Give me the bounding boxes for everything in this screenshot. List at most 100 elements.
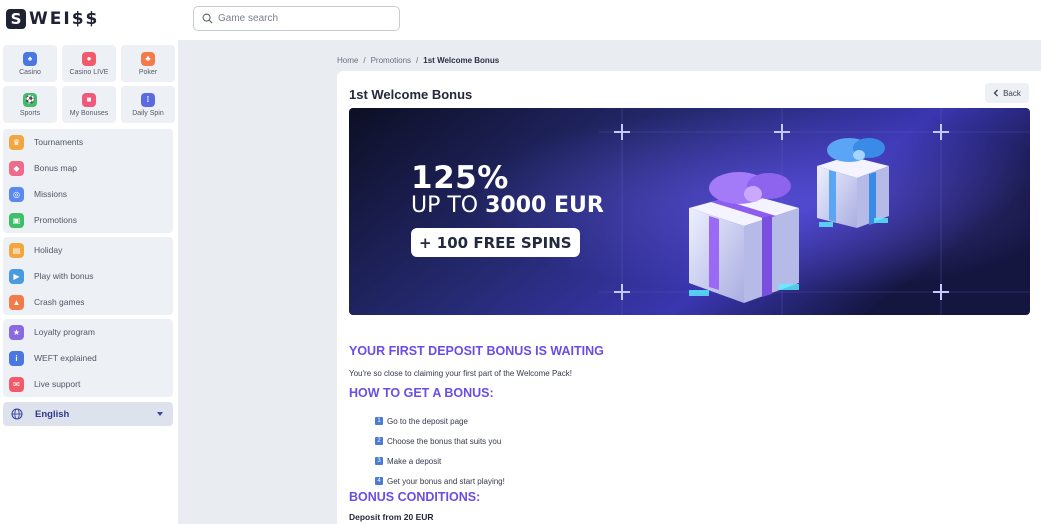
search-icon [202,13,213,24]
back-button[interactable]: Back [985,83,1029,103]
list-item: 1 Go to the deposit page [375,411,505,431]
rocket-icon: ▲ [9,294,24,310]
steps-list: 1 Go to the deposit page 2 Choose the bo… [375,411,505,491]
tile-label: Casino LIVE [69,68,109,76]
tile-poker[interactable]: ♣ Poker [121,45,175,82]
sidebar-item-label: Holiday [34,245,63,255]
sidebar-item-label: Loyalty program [34,327,95,337]
condition-text: Deposit from 20 EUR [349,512,434,522]
category-tiles: ♠ Casino ● Casino LIVE ♣ Poker ⚽ Sports … [3,45,175,123]
casino-icon: ♠ [23,51,37,66]
step-text: Make a deposit [387,456,442,466]
list-item: 4 Get your bonus and start playing! [375,471,505,491]
sidebar-item-label: WEFT explained [34,353,97,363]
tile-daily-spin[interactable]: ⁞ Daily Spin [121,86,175,123]
sidebar-item-loyalty-program[interactable]: ★ Loyalty program [3,319,173,345]
sidebar-item-live-support[interactable]: ✉ Live support [3,371,173,397]
tile-my-bonuses[interactable]: ■ My Bonuses [62,86,116,123]
sports-icon: ⚽ [23,92,37,107]
tile-label: Sports [19,109,41,117]
search-input[interactable] [218,13,388,24]
tile-casino[interactable]: ♠ Casino [3,45,57,82]
brand-logo[interactable]: S WEI$$ [6,8,99,30]
chevron-down-icon [157,412,163,416]
sidebar-item-label: Play with bonus [34,271,94,281]
sidebar-item-weft-explained[interactable]: i WEFT explained [3,345,173,371]
sidebar-item-play-with-bonus[interactable]: ▶ Play with bonus [3,263,173,289]
tile-casino-live[interactable]: ● Casino LIVE [62,45,116,82]
back-label: Back [1003,88,1021,98]
sidebar-item-promotions[interactable]: ▣ Promotions [3,207,173,233]
heading-conditions: BONUS CONDITIONS: [349,490,481,504]
breadcrumb-current: 1st Welcome Bonus [423,56,500,65]
search-box[interactable] [193,6,400,31]
daily-spin-icon: ⁞ [141,92,155,107]
logo-text: WEI$$ [29,9,100,29]
tile-label: Casino [19,68,41,76]
step-text: Get your bonus and start playing! [387,476,505,486]
tile-sports[interactable]: ⚽ Sports [3,86,57,123]
promotion-card: 1st Welcome Bonus Back 125% UP TO 3000 E… [337,71,1041,524]
banner-amount-line: UP TO 3000 EUR [411,193,604,218]
language-selector[interactable]: English [3,402,173,426]
target-icon: ◎ [9,186,24,202]
sidebar-item-holiday[interactable]: ▤ Holiday [3,237,173,263]
tile-label: Poker [138,68,158,76]
top-header: S WEI$$ [0,0,1041,40]
sidebar: ♠ Casino ● Casino LIVE ♣ Poker ⚽ Sports … [0,40,178,524]
heading-how-to: HOW TO GET A BONUS: [349,386,494,400]
loyalty-icon: ★ [9,324,24,340]
step-number: 1 [375,417,383,425]
breadcrumb-separator: / [416,56,419,65]
sidebar-item-label: Promotions [34,215,77,225]
chevron-left-icon [993,89,999,97]
step-text: Choose the bonus that suits you [387,436,502,446]
sidebar-item-label: Live support [34,379,81,389]
banner-amount: 3000 EUR [485,193,604,218]
language-label: English [35,408,70,420]
sidebar-item-label: Crash games [34,297,85,307]
page-title: 1st Welcome Bonus [349,87,473,102]
step-number: 3 [375,457,383,465]
breadcrumb-separator: / [363,56,366,65]
intro-text: You're so close to claiming your first p… [349,369,572,378]
list-item: 3 Make a deposit [375,451,505,471]
nav-group-2: ▤ Holiday ▶ Play with bonus ▲ Crash game… [3,237,173,315]
tile-label: Daily Spin [132,109,164,117]
list-item: 2 Choose the bonus that suits you [375,431,505,451]
bonus-play-icon: ▶ [9,268,24,284]
chat-icon: ✉ [9,376,24,392]
breadcrumb-promotions[interactable]: Promotions [371,56,411,65]
casino-live-icon: ● [82,51,96,66]
calendar-icon: ▤ [9,242,24,258]
step-text: Go to the deposit page [387,416,468,426]
sidebar-item-bonus-map[interactable]: ◆ Bonus map [3,155,173,181]
banner-percent: 125% [411,160,509,196]
gift-small [817,138,889,228]
banner-free-spins: + 100 FREE SPINS [411,228,580,257]
step-number: 2 [375,437,383,445]
info-icon: i [9,350,24,366]
sidebar-item-tournaments[interactable]: ♛ Tournaments [3,129,173,155]
breadcrumb-home[interactable]: Home [337,56,358,65]
globe-icon [11,408,23,420]
trophy-icon: ♛ [9,134,24,150]
poker-icon: ♣ [141,51,155,66]
tile-label: My Bonuses [69,109,109,117]
map-icon: ◆ [9,160,24,176]
nav-group-1: ♛ Tournaments ◆ Bonus map ◎ Missions ▣ P… [3,129,173,233]
sidebar-item-crash-games[interactable]: ▲ Crash games [3,289,173,315]
sidebar-item-label: Tournaments [34,137,84,147]
sidebar-item-label: Bonus map [34,163,77,173]
sidebar-item-missions[interactable]: ◎ Missions [3,181,173,207]
step-number: 4 [375,477,383,485]
breadcrumb: Home / Promotions / 1st Welcome Bonus [337,56,499,65]
banner-up-to: UP TO [411,193,479,218]
gift-icon: ■ [82,92,96,107]
promo-banner: 125% UP TO 3000 EUR + 100 FREE SPINS [349,108,1030,315]
heading-deposit-bonus: YOUR FIRST DEPOSIT BONUS IS WAITING [349,344,604,358]
logo-badge: S [6,9,26,29]
nav-group-3: ★ Loyalty program i WEFT explained ✉ Liv… [3,319,173,397]
sidebar-item-label: Missions [34,189,68,199]
ticket-icon: ▣ [9,212,24,228]
